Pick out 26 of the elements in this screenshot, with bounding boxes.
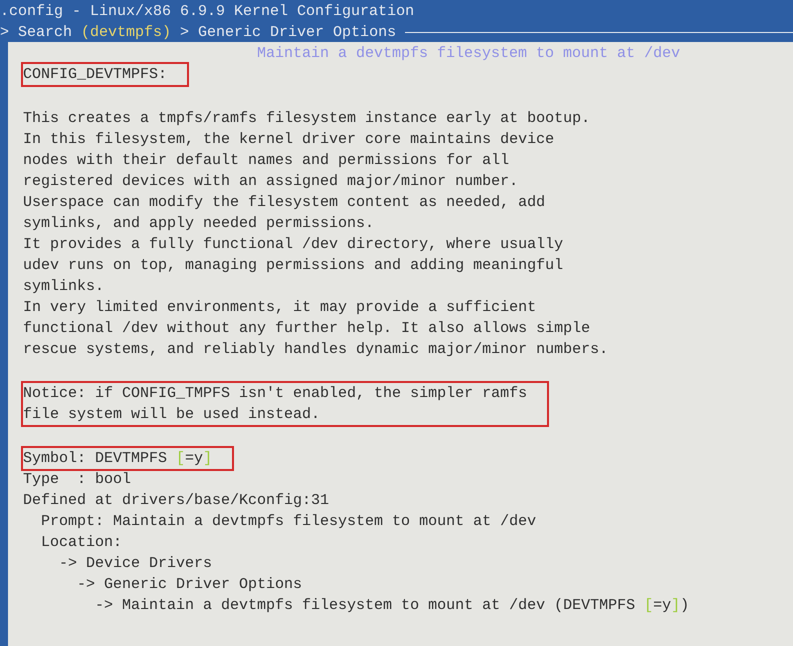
help-text-line: udev runs on top, managing permissions and adding meaningful [23, 256, 564, 276]
help-text-line: file system will be used instead. [23, 405, 320, 425]
help-text-line: Symbol: DEVTMPFS [=y] [23, 449, 212, 469]
help-text-line: -> Maintain a devtmpfs filesystem to mount at /dev (DEVTMPFS [=y]) [94, 596, 690, 616]
help-text-line: nodes with their default names and permissions for all [23, 151, 510, 171]
help-text-line: rescue systems, and reliably handles dynamic major/minor numbers. [23, 340, 608, 360]
help-text-line: In very limited environments, it may provide a sufficient [23, 298, 536, 318]
help-text-line: symlinks. [23, 277, 104, 297]
help-text-line: Type : bool [23, 470, 132, 490]
window-title: .config - Linux/x86 6.9.9 Kernel Configuration [0, 2, 414, 22]
help-text-line: Location: [40, 533, 122, 553]
help-text-line: -> Device Drivers [58, 554, 212, 574]
breadcrumb: > Search (devtmpfs) > Generic Driver Options [0, 23, 396, 43]
help-text-line: registered devices with an assigned major/minor number. [23, 172, 518, 192]
help-text-line: Defined at drivers/base/Kconfig:31 [23, 491, 330, 511]
help-text-line: -> Generic Driver Options [76, 575, 302, 595]
help-text-line: Userspace can modify the filesystem content as needed, add [23, 193, 546, 213]
dialog-title: Maintain a devtmpfs filesystem to mount at /dev [257, 44, 680, 64]
help-text-line: This creates a tmpfs/ramfs filesystem instance early at bootup. [23, 109, 590, 129]
help-text-line: Notice: if CONFIG_TMPFS isn't enabled, the simpler ramfs [23, 384, 528, 404]
help-text-line: CONFIG_DEVTMPFS: [23, 65, 168, 85]
help-text-line: functional /dev without any further help. It also allows simple [23, 319, 590, 339]
help-text-line: It provides a fully functional /dev directory, where usually [23, 235, 564, 255]
help-text-line: Prompt: Maintain a devtmpfs filesystem to mount at /dev [40, 512, 536, 532]
help-text-line: symlinks, and apply needed permissions. [23, 214, 374, 234]
help-text-line: In this filesystem, the kernel driver core maintains device [23, 130, 554, 150]
